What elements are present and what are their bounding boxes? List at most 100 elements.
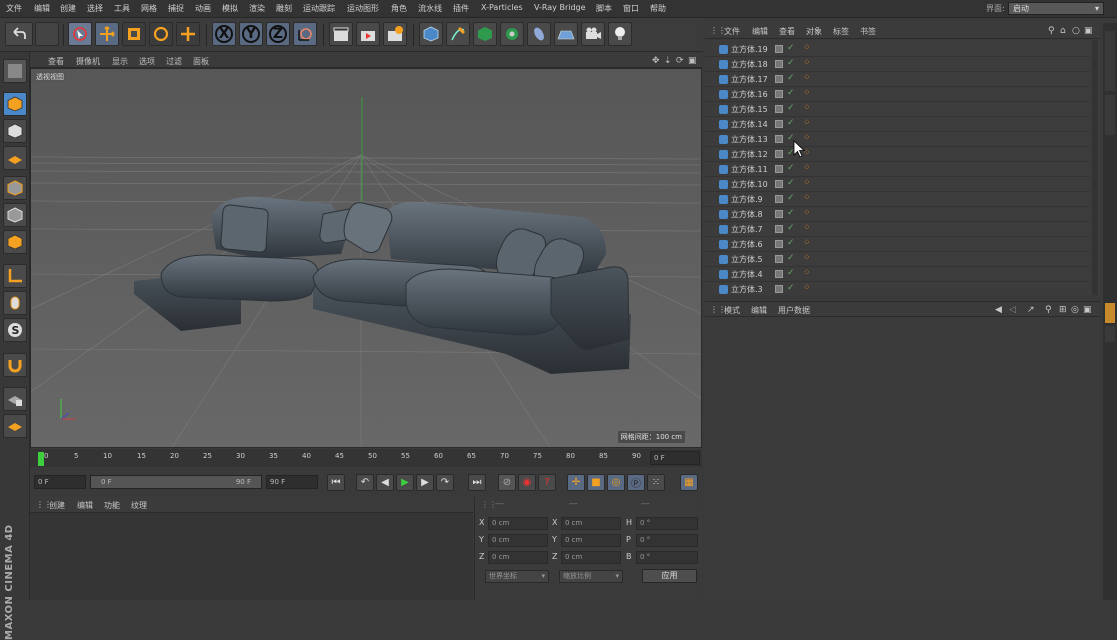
viewport-menu-view[interactable]: 查看 (48, 56, 64, 67)
viewport-maximize-icon[interactable]: ▣ (688, 56, 697, 66)
key-rotation-button[interactable]: ◎ (607, 474, 625, 491)
key-parameter-button[interactable]: Ⓟ (627, 474, 645, 491)
axis-x-button[interactable]: X (212, 22, 236, 46)
visibility-check-icon[interactable]: ✓ (787, 163, 795, 173)
rotation-b-field[interactable]: 0 ° (636, 551, 698, 564)
phong-tag-icon[interactable]: ⁘ (803, 193, 811, 203)
visibility-check-icon[interactable]: ✓ (787, 43, 795, 53)
subdivision-button[interactable] (473, 22, 497, 46)
viewport-menu-panel[interactable]: 面板 (193, 56, 209, 67)
goto-start-button[interactable]: ⏮ (327, 474, 345, 491)
layer-icon[interactable] (775, 120, 783, 128)
object-list-scrollbar[interactable] (1092, 40, 1098, 295)
list-item[interactable]: 立方体.11 ✓ ⁘ (705, 162, 1090, 177)
back-arrow-icon[interactable]: ◀ (995, 305, 1002, 315)
layer-icon[interactable] (775, 90, 783, 98)
phong-tag-icon[interactable]: ⁘ (803, 178, 811, 188)
layer-icon[interactable] (775, 105, 783, 113)
material-menu-create[interactable]: 创建 (49, 500, 65, 511)
menu-snap[interactable]: 捕捉 (168, 3, 184, 14)
position-y-field[interactable]: 0 cm (488, 534, 548, 547)
attribute-menu-user-data[interactable]: 用户数据 (778, 305, 810, 316)
visibility-check-icon[interactable]: ✓ (787, 103, 795, 113)
home-icon[interactable]: ⌂ (1060, 26, 1066, 36)
cloner-button[interactable] (500, 22, 524, 46)
rotate-button[interactable] (149, 22, 173, 46)
list-item[interactable]: 立方体.5 ✓ ⁘ (705, 252, 1090, 267)
phong-tag-icon[interactable]: ⁘ (803, 58, 811, 68)
visibility-check-icon[interactable]: ✓ (787, 193, 795, 203)
menu-window[interactable]: 窗口 (623, 3, 639, 14)
layer-icon[interactable] (775, 60, 783, 68)
pen-spline-button[interactable] (446, 22, 470, 46)
recent-tool-button[interactable] (176, 22, 200, 46)
play-button[interactable]: ▶ (396, 474, 414, 491)
phong-tag-icon[interactable]: ⁘ (803, 268, 811, 278)
visibility-check-icon[interactable]: ✓ (787, 208, 795, 218)
list-item[interactable]: 立方体.13 ✓ ⁘ (705, 132, 1090, 147)
render-settings-button[interactable] (383, 22, 407, 46)
camera-button[interactable] (581, 22, 605, 46)
material-menu-texture[interactable]: 纹理 (131, 500, 147, 511)
key-pla-button[interactable]: ⁙ (647, 474, 665, 491)
layer-icon[interactable] (775, 135, 783, 143)
layer-icon[interactable] (775, 45, 783, 53)
key-selection-button[interactable]: ? (538, 474, 556, 491)
visibility-check-icon[interactable]: ✓ (787, 73, 795, 83)
next-key-button[interactable]: ↷ (436, 474, 454, 491)
list-item[interactable]: 立方体.15 ✓ ⁘ (705, 102, 1090, 117)
snap-button[interactable]: S (3, 318, 27, 342)
object-menu-objects[interactable]: 对象 (806, 26, 822, 37)
lock-workplane-button[interactable] (3, 387, 27, 411)
live-selection-button[interactable] (68, 22, 92, 46)
viewport-menu-display[interactable]: 显示 (112, 56, 128, 67)
tab-content-browser[interactable] (1105, 95, 1115, 135)
goto-end-button[interactable]: ⏭ (468, 474, 486, 491)
tab-objects[interactable] (1105, 31, 1115, 91)
material-menu-edit[interactable]: 编辑 (77, 500, 93, 511)
phong-tag-icon[interactable]: ⁘ (803, 223, 811, 233)
autokey-button[interactable]: ◉ (518, 474, 536, 491)
render-view-button[interactable] (329, 22, 353, 46)
list-item[interactable]: 立方体.17 ✓ ⁘ (705, 72, 1090, 87)
viewport-menu-camera[interactable]: 摄像机 (76, 56, 100, 67)
polygon-mode-button[interactable] (3, 230, 27, 254)
target-icon[interactable]: ◎ (1071, 305, 1079, 315)
layer-icon[interactable] (775, 75, 783, 83)
visibility-check-icon[interactable]: ✓ (787, 88, 795, 98)
phong-tag-icon[interactable]: ⁘ (803, 238, 811, 248)
edge-mode-button[interactable] (3, 203, 27, 227)
list-item[interactable]: 立方体.12 ✓ ⁘ (705, 147, 1090, 162)
phong-tag-icon[interactable]: ⁘ (803, 73, 811, 83)
window-icon[interactable]: ▣ (1084, 26, 1093, 36)
undo-button[interactable] (5, 22, 33, 46)
tab-attributes[interactable] (1105, 303, 1115, 323)
list-item[interactable]: 立方体.10 ✓ ⁘ (705, 177, 1090, 192)
layer-icon[interactable] (775, 270, 783, 278)
layer-icon[interactable] (775, 255, 783, 263)
forward-arrow-icon[interactable]: ↗ (1027, 305, 1035, 315)
search-icon[interactable]: ⚲ (1048, 26, 1055, 36)
visibility-check-icon[interactable]: ✓ (787, 268, 795, 278)
menu-mesh[interactable]: 网格 (141, 3, 157, 14)
layer-icon[interactable] (775, 180, 783, 188)
menu-select[interactable]: 选择 (87, 3, 103, 14)
menu-mograph[interactable]: 运动图形 (347, 3, 379, 14)
search-icon[interactable]: ⚲ (1045, 305, 1052, 315)
workplane-mode-button[interactable] (3, 146, 27, 170)
material-list-area[interactable] (30, 513, 473, 600)
light-button[interactable] (608, 22, 632, 46)
rotation-h-field[interactable]: 0 ° (636, 517, 698, 530)
phong-tag-icon[interactable]: ⁘ (803, 43, 811, 53)
list-item[interactable]: 立方体.8 ✓ ⁘ (705, 207, 1090, 222)
menu-script[interactable]: 脚本 (596, 3, 612, 14)
axis-mode-button[interactable] (3, 264, 27, 288)
phong-tag-icon[interactable]: ⁘ (803, 208, 811, 218)
rotation-p-field[interactable]: 0 ° (636, 534, 698, 547)
phong-tag-icon[interactable]: ⁘ (803, 283, 811, 293)
end-frame-field[interactable]: 90 F (266, 475, 318, 489)
attribute-menu-edit[interactable]: 编辑 (751, 305, 767, 316)
magnet-button[interactable] (3, 353, 27, 377)
viewport-zoom-icon[interactable]: ⇣ (664, 56, 672, 66)
menu-help[interactable]: 帮助 (650, 3, 666, 14)
